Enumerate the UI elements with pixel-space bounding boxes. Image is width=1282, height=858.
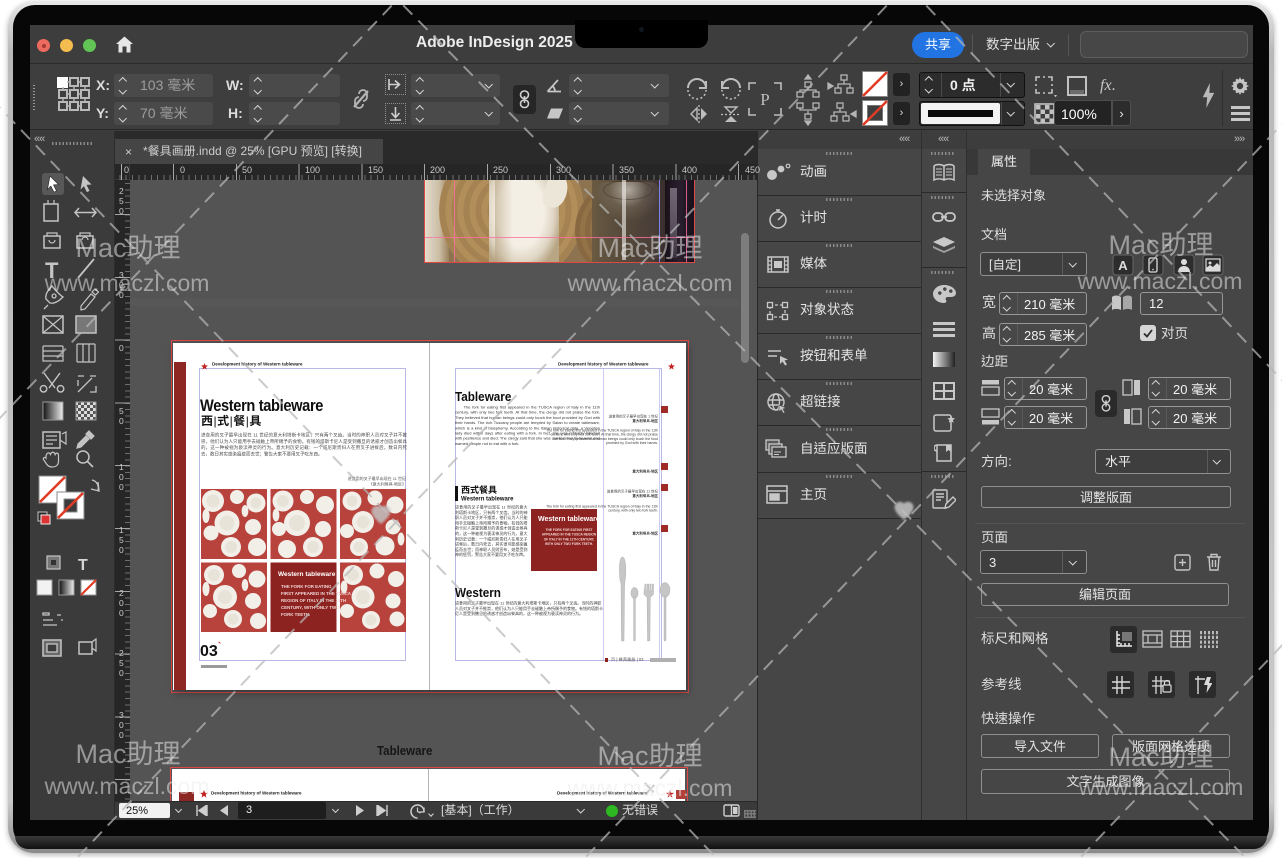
svg-text:www.maczl.com: www.maczl.com bbox=[44, 773, 210, 799]
svg-text:Mac助理: Mac助理 bbox=[597, 741, 702, 771]
svg-text:Mac助理: Mac助理 bbox=[1108, 230, 1213, 260]
svg-text:www.maczl.com: www.maczl.com bbox=[567, 775, 733, 801]
svg-text:Mac助理: Mac助理 bbox=[1108, 742, 1213, 772]
svg-text:Mac助理: Mac助理 bbox=[75, 233, 180, 263]
svg-text:www.maczl.com: www.maczl.com bbox=[1078, 774, 1244, 800]
svg-text:Mac助理: Mac助理 bbox=[597, 233, 702, 263]
svg-text:www.maczl.com: www.maczl.com bbox=[567, 270, 733, 296]
svg-text:Mac助理: Mac助理 bbox=[75, 739, 180, 769]
svg-text:www.maczl.com: www.maczl.com bbox=[44, 270, 210, 296]
svg-text:www.maczl.com: www.maczl.com bbox=[1077, 268, 1243, 294]
